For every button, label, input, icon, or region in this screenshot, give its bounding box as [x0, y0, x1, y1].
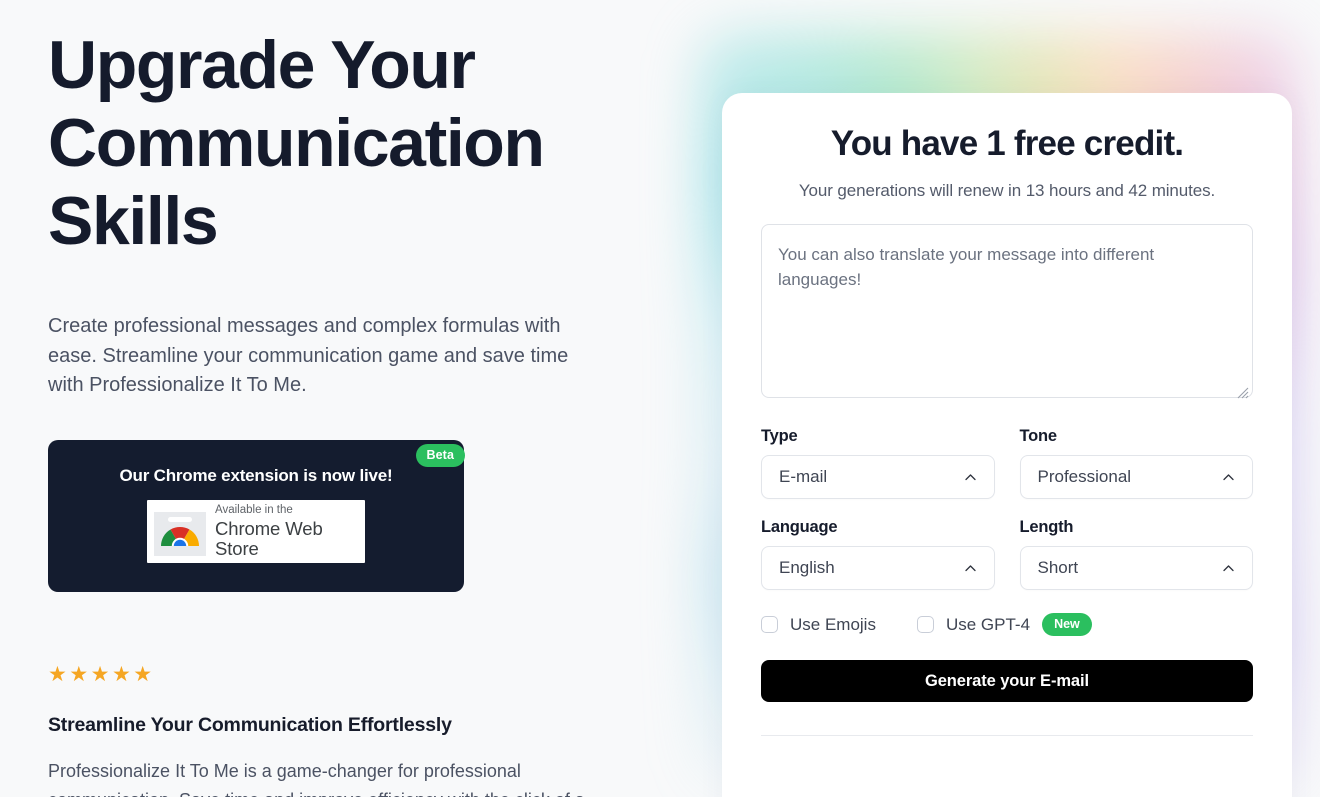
- chrome-web-store-button[interactable]: Available in the Chrome Web Store: [147, 499, 365, 563]
- type-select[interactable]: E-mail: [761, 455, 995, 499]
- use-emojis-label: Use Emojis: [790, 614, 876, 634]
- options-grid: Type E-mail Tone Professional Language E…: [761, 427, 1253, 590]
- store-badge-large-text: Chrome Web Store: [215, 518, 323, 559]
- generate-button[interactable]: Generate your E-mail: [761, 660, 1253, 702]
- toggles-row: Use Emojis Use GPT-4 New: [761, 613, 1253, 636]
- beta-badge: Beta: [415, 443, 465, 467]
- use-gpt4-label: Use GPT-4: [945, 614, 1031, 634]
- hero-subtitle: Create professional messages and complex…: [48, 315, 569, 396]
- field-length: Length Short: [1019, 518, 1253, 590]
- use-emojis-checkbox[interactable]: [761, 616, 778, 633]
- message-input[interactable]: [761, 224, 1253, 398]
- new-badge: New: [1042, 613, 1092, 636]
- field-label-language: Language: [761, 518, 838, 536]
- hero-section: Upgrade Your Communication Skills Create…: [0, 0, 660, 797]
- field-label-type: Type: [761, 427, 798, 445]
- promo-headline: Our Chrome extension is now live!: [119, 465, 393, 485]
- chrome-web-store-label: Available in the Chrome Web Store: [215, 504, 365, 558]
- chrome-web-store-icon: [154, 512, 206, 556]
- landing-page: Upgrade Your Communication Skills Create…: [0, 0, 1320, 797]
- use-emojis-option[interactable]: Use Emojis: [761, 615, 876, 635]
- rating-stars: ★★★★★: [48, 662, 155, 686]
- field-language: Language English: [761, 518, 995, 590]
- use-gpt4-option[interactable]: Use GPT-4 New: [916, 613, 1092, 636]
- panel-divider: [761, 735, 1253, 736]
- field-label-tone: Tone: [1019, 427, 1058, 445]
- length-select-value: Short: [1037, 558, 1079, 577]
- chevron-up-icon: [964, 564, 976, 571]
- generator-section: You have 1 free credit. Your generations…: [660, 0, 1320, 797]
- testimonial-title: Streamline Your Communication Effortless…: [48, 713, 452, 736]
- credits-title: You have 1 free credit.: [830, 124, 1184, 163]
- chevron-up-icon: [1223, 564, 1234, 571]
- tone-select[interactable]: Professional: [1019, 455, 1253, 499]
- store-badge-small-text: Available in the: [215, 504, 293, 517]
- language-select-value: English: [779, 558, 835, 577]
- promo-card[interactable]: Our Chrome extension is now live! Availa…: [48, 439, 464, 592]
- page-title: Upgrade Your Communication Skills: [48, 27, 545, 259]
- field-type: Type E-mail: [761, 427, 995, 499]
- chrome-extension-promo[interactable]: Our Chrome extension is now live! Availa…: [48, 439, 465, 592]
- generator-card: You have 1 free credit. Your generations…: [722, 93, 1292, 797]
- credits-renewal-text: Your generations will renew in 13 hours …: [798, 181, 1216, 200]
- tone-select-value: Professional: [1037, 467, 1132, 486]
- testimonial-body: Professionalize It To Me is a game-chang…: [48, 760, 585, 797]
- length-select[interactable]: Short: [1019, 546, 1253, 590]
- field-tone: Tone Professional: [1019, 427, 1253, 499]
- use-gpt4-checkbox[interactable]: [916, 616, 934, 633]
- language-select[interactable]: English: [761, 546, 995, 590]
- chevron-up-icon: [964, 473, 976, 480]
- type-select-value: E-mail: [779, 467, 828, 486]
- field-label-length: Length: [1019, 518, 1074, 536]
- chevron-up-icon: [1223, 473, 1234, 480]
